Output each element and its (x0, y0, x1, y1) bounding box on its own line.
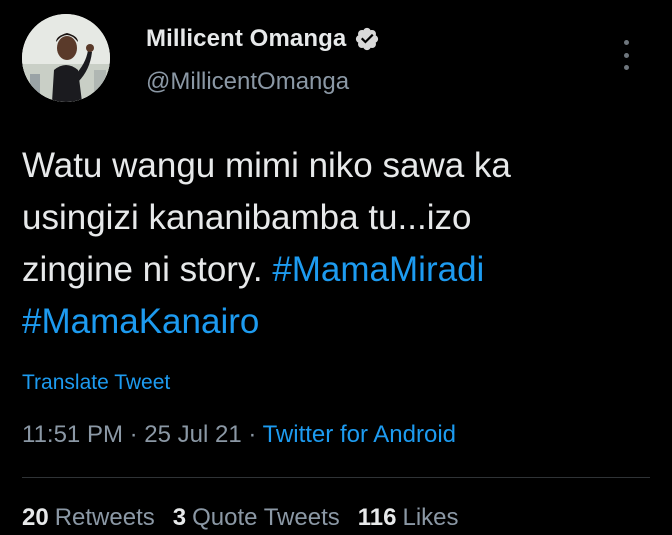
name-row: Millicent Omanga (146, 24, 380, 54)
quote-tweets-label: Quote Tweets (192, 504, 340, 531)
hashtag-mamamiradi[interactable]: #MamaMiradi (272, 250, 484, 289)
verified-badge-icon (354, 26, 380, 52)
tweet-stats: 20 Retweets 3 Quote Tweets 116 Likes (22, 504, 459, 532)
retweets-stat[interactable]: 20 Retweets (22, 504, 155, 531)
tweet-text: Watu wangu mimi niko sawa ka usingizi ka… (22, 140, 652, 348)
tweet-text-line: #MamaKanairo (22, 296, 652, 348)
likes-stat[interactable]: 116 Likes (358, 504, 459, 531)
tweet-time[interactable]: 11:51 PM (22, 421, 123, 448)
display-name[interactable]: Millicent Omanga (146, 25, 346, 53)
meta-separator: · (122, 421, 145, 448)
quote-tweets-count: 3 (172, 504, 187, 531)
retweets-label: Retweets (54, 504, 155, 531)
more-options-icon[interactable] (622, 40, 630, 70)
meta-separator: · (241, 421, 263, 448)
avatar-photo (22, 14, 110, 102)
retweets-count: 20 (22, 504, 49, 531)
tweet-detail: Millicent Omanga @MillicentOmanga Watu w… (0, 0, 672, 535)
tweet-meta: 11:51 PM · 25 Jul 21 · Twitter for Andro… (22, 421, 456, 449)
divider (22, 477, 650, 478)
tweet-text-line: zingine ni story. #MamaMiradi (22, 244, 652, 296)
hashtag-mamakanairo[interactable]: #MamaKanairo (22, 302, 259, 341)
likes-count: 116 (357, 504, 397, 531)
tweet-source-link[interactable]: Twitter for Android (263, 421, 456, 448)
tweet-header: Millicent Omanga @MillicentOmanga (22, 14, 652, 106)
translate-tweet-link[interactable]: Translate Tweet (22, 371, 170, 395)
author-handle[interactable]: @MillicentOmanga (146, 68, 349, 96)
more-dot (623, 52, 629, 58)
quote-tweets-stat[interactable]: 3 Quote Tweets (173, 504, 340, 531)
tweet-date[interactable]: 25 Jul 21 (144, 421, 241, 448)
tweet-text-line: usingizi kananibamba tu...izo (22, 198, 472, 237)
tweet-text-line: Watu wangu mimi niko sawa ka (22, 146, 511, 185)
likes-label: Likes (402, 504, 459, 531)
more-dot (623, 65, 629, 70)
avatar[interactable] (22, 14, 110, 102)
more-dot (623, 40, 629, 45)
tweet-text-fragment: zingine ni story. (22, 250, 273, 289)
